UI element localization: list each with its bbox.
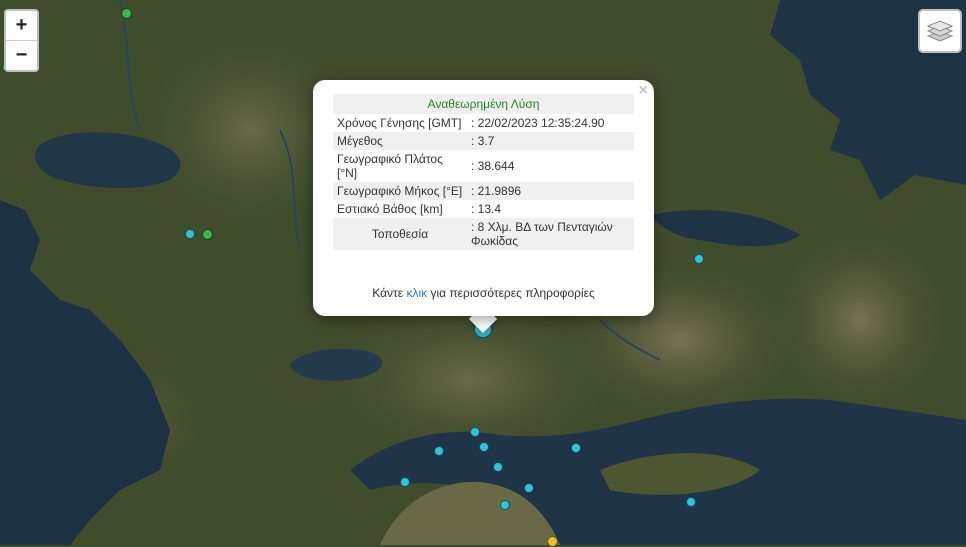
latitude-value: : 38.644	[471, 159, 515, 173]
location-label: Τοποθεσία	[333, 218, 467, 250]
earthquake-marker[interactable]	[470, 427, 480, 437]
magnitude-value: : 3.7	[467, 132, 634, 150]
earthquake-marker[interactable]	[694, 254, 704, 264]
earthquake-marker[interactable]	[202, 229, 213, 240]
earthquake-marker[interactable]	[500, 500, 510, 510]
earthquake-marker[interactable]	[479, 442, 489, 452]
magnitude-label: Μέγεθος	[333, 132, 467, 150]
zoom-in-button[interactable]: +	[6, 11, 37, 40]
zoom-control: + −	[4, 9, 39, 72]
earthquake-marker[interactable]	[400, 477, 410, 487]
origin-time-label: Χρόνος Γένησης [GMT]	[337, 116, 462, 130]
earthquake-details-table: Αναθεωρημένη Λύση Χρόνος Γένησης [GMT] : …	[333, 94, 634, 250]
layers-button[interactable]	[918, 9, 962, 53]
earthquake-marker[interactable]	[524, 483, 534, 493]
earthquake-marker[interactable]	[185, 229, 195, 239]
more-info-text: Κάντε κλικ για περισσότερες πληροφορίες	[313, 286, 654, 300]
depth-label: Εστιακό Βάθος [km]	[337, 202, 443, 216]
more-info-link[interactable]: κλικ	[406, 286, 427, 300]
layers-icon	[926, 20, 954, 42]
earthquake-popup: × Αναθεωρημένη Λύση Χρόνος Γένησης [GMT]…	[313, 80, 654, 316]
earthquake-marker[interactable]	[686, 497, 696, 507]
earthquake-marker[interactable]	[493, 462, 503, 472]
earthquake-marker[interactable]	[121, 8, 132, 19]
location-value: : 8 Χλμ. ΒΔ των Πενταγιών Φωκίδας	[467, 218, 634, 250]
earthquake-marker[interactable]	[571, 443, 581, 453]
close-icon[interactable]: ×	[639, 83, 648, 99]
more-info-prefix: Κάντε	[372, 286, 407, 300]
zoom-out-button[interactable]: −	[6, 40, 37, 70]
longitude-value: : 21.9896	[467, 182, 634, 200]
depth-value: : 13.4	[471, 202, 502, 216]
longitude-label: Γεωγραφικό Μήκος [°E]	[333, 182, 467, 200]
solution-status: Αναθεωρημένη Λύση	[333, 94, 634, 114]
earthquake-marker[interactable]	[434, 446, 444, 456]
terrain-ridge	[770, 230, 950, 410]
origin-time-value: : 22/02/2023 12:35:24.90	[471, 116, 605, 130]
latitude-label: Γεωγραφικό Πλάτος [°N]	[337, 152, 443, 180]
more-info-suffix: για περισσότερες πληροφορίες	[427, 286, 595, 300]
earthquake-marker[interactable]	[547, 536, 558, 547]
